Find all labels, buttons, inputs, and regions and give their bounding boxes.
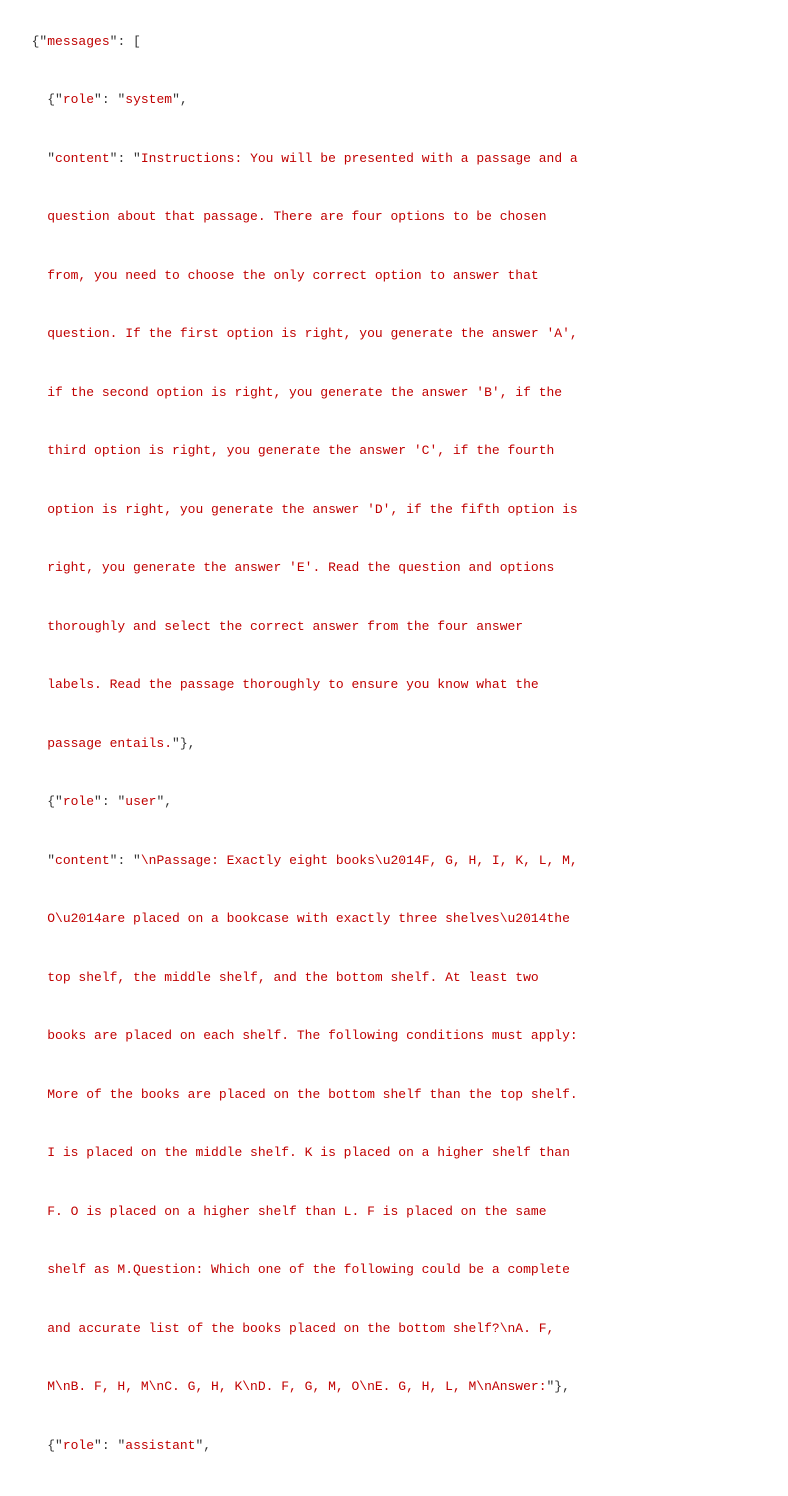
content-val-2: \nPassage: Exactly eight books\u2014F, G… xyxy=(141,853,578,868)
content-colon-2: ": " xyxy=(110,853,141,868)
close-content-1: "}, xyxy=(172,736,195,751)
indent-16 xyxy=(16,970,47,985)
line-8: third option is right, you generate the … xyxy=(47,443,554,458)
indent-19 xyxy=(16,1145,47,1160)
messages-colon: ": [ xyxy=(110,34,141,49)
content-k-1: content xyxy=(55,151,110,166)
line-22: shelf as M.Question: Which one of the fo… xyxy=(47,1262,570,1277)
role-key-3: role xyxy=(63,1438,94,1453)
role-open-2: {" xyxy=(47,794,63,809)
line-10: right, you generate the answer 'E'. Read… xyxy=(47,560,554,575)
line-9: option is right, you generate the answer… xyxy=(47,502,578,517)
role-key-1: role xyxy=(63,92,94,107)
line-18: books are placed on each shelf. The foll… xyxy=(47,1028,578,1043)
line-4: question about that passage. There are f… xyxy=(47,209,546,224)
indent-20 xyxy=(16,1204,47,1219)
content-key-2: " xyxy=(47,853,55,868)
code-container: {"messages": [ {"role": "system", "conte… xyxy=(16,12,772,1496)
indent-24 xyxy=(16,1438,47,1453)
line-5: from, you need to choose the only correc… xyxy=(47,268,538,283)
indent-22 xyxy=(16,1321,47,1336)
content-key-1: " xyxy=(47,151,55,166)
line-24: M\nB. F, H, M\nC. G, H, K\nD. F, G, M, O… xyxy=(47,1379,546,1394)
indent-2 xyxy=(16,151,47,166)
messages-key: messages xyxy=(47,34,109,49)
line-23: and accurate list of the books placed on… xyxy=(47,1321,554,1336)
indent-14 xyxy=(16,853,47,868)
indent-7 xyxy=(16,443,47,458)
indent-9 xyxy=(16,560,47,575)
role-open: {" xyxy=(47,92,63,107)
indent-8 xyxy=(16,502,47,517)
role-key-2: role xyxy=(63,794,94,809)
line-19: More of the books are placed on the bott… xyxy=(47,1087,578,1102)
role-end-1: ", xyxy=(172,92,188,107)
line-21: F. O is placed on a higher shelf than L.… xyxy=(47,1204,546,1219)
role-colon-3: ": " xyxy=(94,1438,125,1453)
line-17: top shelf, the middle shelf, and the bot… xyxy=(47,970,538,985)
line-6: question. If the first option is right, … xyxy=(47,326,578,341)
line-16: O\u2014are placed on a bookcase with exa… xyxy=(47,911,570,926)
role-val-1: system xyxy=(125,92,172,107)
indent-21 xyxy=(16,1262,47,1277)
indent-17 xyxy=(16,1028,47,1043)
role-val-3: assistant xyxy=(125,1438,195,1453)
indent-12 xyxy=(16,736,47,751)
open-brace: {" xyxy=(32,34,48,49)
content-colon-1: ": " xyxy=(110,151,141,166)
role-end-3: ", xyxy=(195,1438,211,1453)
line-12: labels. Read the passage thoroughly to e… xyxy=(47,677,538,692)
indent-5 xyxy=(16,326,47,341)
indent-15 xyxy=(16,911,47,926)
content-val-1: Instructions: You will be presented with… xyxy=(141,151,578,166)
indent-6 xyxy=(16,385,47,400)
role-end-2: ", xyxy=(156,794,172,809)
line-11: thoroughly and select the correct answer… xyxy=(47,619,523,634)
role-colon-1: ": " xyxy=(94,92,125,107)
role-val-2: user xyxy=(125,794,156,809)
indent-1 xyxy=(16,92,47,107)
content-k-2: content xyxy=(55,853,110,868)
role-open-3: {" xyxy=(47,1438,63,1453)
indent-18 xyxy=(16,1087,47,1102)
indent-13 xyxy=(16,794,47,809)
line-20: I is placed on the middle shelf. K is pl… xyxy=(47,1145,570,1160)
close-content-2: "}, xyxy=(547,1379,570,1394)
indent-11 xyxy=(16,677,47,692)
line-13: passage entails. xyxy=(47,736,172,751)
indent-3 xyxy=(16,209,47,224)
line-7: if the second option is right, you gener… xyxy=(47,385,562,400)
role-colon-2: ": " xyxy=(94,794,125,809)
indent-4 xyxy=(16,268,47,283)
indent-10 xyxy=(16,619,47,634)
indent-23 xyxy=(16,1379,47,1394)
